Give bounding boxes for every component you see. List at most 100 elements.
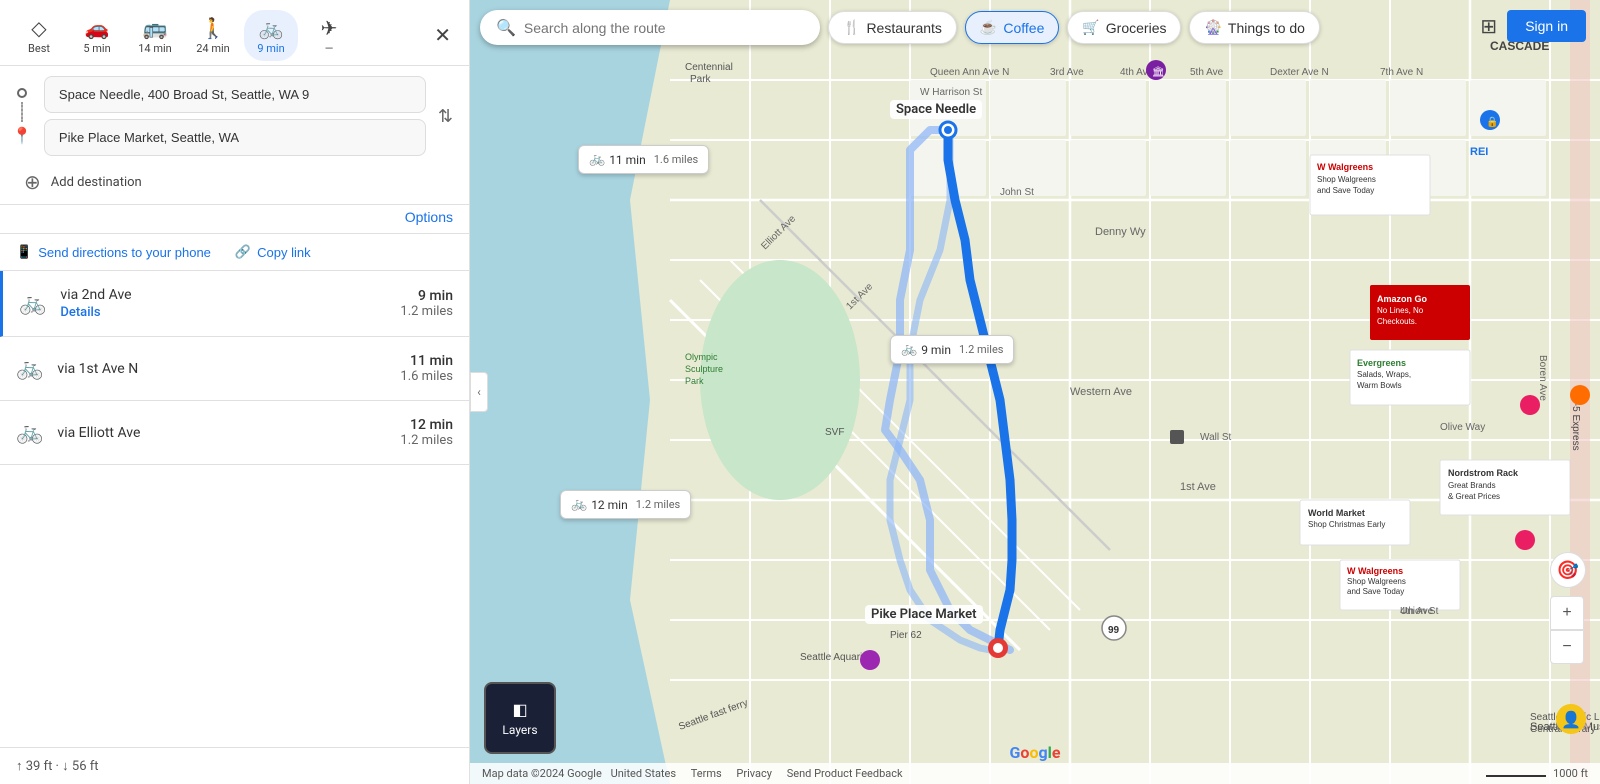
route-item-2[interactable]: 🚲 via 1st Ave N 11 min 1.6 miles	[0, 337, 469, 401]
svg-text:Western Ave: Western Ave	[1070, 386, 1132, 398]
svg-text:Warm Bowls: Warm Bowls	[1357, 381, 1402, 390]
route-label-dist-1: 1.2 miles	[959, 343, 1004, 356]
swap-directions-button[interactable]: ⇅	[434, 102, 457, 131]
route-item-3[interactable]: 🚲 via Elliott Ave 12 min 1.2 miles	[0, 401, 469, 465]
add-destination[interactable]: ⊕ Add destination	[0, 166, 469, 204]
copy-link-icon: 🔗	[235, 244, 251, 260]
svg-text:SVF: SVF	[825, 427, 844, 438]
route-time-col-1: 9 min 1.2 miles	[400, 288, 453, 319]
zoom-in-button[interactable]: +	[1550, 596, 1584, 630]
bike-route-icon-3: 🚲	[16, 420, 43, 445]
send-directions-button[interactable]: 📱 Send directions to your phone	[16, 244, 211, 260]
svg-text:& Great Prices: & Great Prices	[1448, 492, 1500, 501]
origin-dot	[17, 88, 27, 98]
layers-button[interactable]: ◧ Layers	[484, 682, 556, 754]
route-dist-2: 1.6 miles	[400, 369, 453, 384]
transport-best[interactable]: ◇ Best	[12, 10, 66, 61]
feedback-link[interactable]: Send Product Feedback	[787, 767, 903, 780]
transport-bike[interactable]: 🚲 9 min	[244, 10, 298, 61]
svg-text:Amazon Go: Amazon Go	[1377, 294, 1428, 304]
transport-car[interactable]: 🚗 5 min	[70, 10, 124, 61]
svg-text:Sculpture: Sculpture	[685, 364, 723, 374]
zoom-out-button[interactable]: −	[1550, 630, 1584, 664]
svg-text:🏛: 🏛	[1152, 66, 1165, 78]
terms-link[interactable]: Terms	[691, 767, 722, 780]
map-data-label: Map data ©2024 Google	[482, 767, 602, 780]
privacy-link[interactable]: Privacy	[736, 767, 772, 780]
google-logo: Google	[1010, 743, 1061, 762]
svg-text:5th Ave: 5th Ave	[1190, 67, 1224, 78]
route-item-1[interactable]: 🚲 via 2nd Ave Details 9 min 1.2 miles	[0, 271, 469, 337]
layers-label: Layers	[502, 723, 537, 737]
search-along-route-input[interactable]	[524, 20, 804, 36]
transport-walk[interactable]: 🚶 24 min	[186, 10, 240, 61]
svg-text:W Harrison St: W Harrison St	[920, 87, 982, 98]
transport-transit[interactable]: 🚌 14 min	[128, 10, 182, 61]
route-label-time-3: 12 min	[591, 498, 628, 512]
svg-text:Shop Walgreens: Shop Walgreens	[1317, 175, 1376, 184]
destination-input[interactable]	[44, 119, 426, 156]
route-label-dist-2: 1.6 miles	[654, 153, 699, 166]
map-bottom-bar: Map data ©2024 Google United States Term…	[470, 763, 1600, 784]
route-dots-indicator: 📍	[12, 88, 32, 145]
svg-text:Shop Walgreens: Shop Walgreens	[1347, 577, 1406, 586]
route-time-1: 9 min	[400, 288, 453, 304]
groceries-filter-button[interactable]: 🛒 Groceries	[1067, 11, 1181, 44]
transport-flight[interactable]: ✈ —	[302, 10, 356, 61]
add-destination-label: Add destination	[51, 175, 142, 190]
street-view-pegman-button[interactable]: 👤	[1556, 704, 1586, 734]
svg-text:and Save Today: and Save Today	[1317, 186, 1374, 195]
restaurants-label: Restaurants	[866, 20, 941, 36]
my-location-button[interactable]: 🎯	[1550, 552, 1586, 588]
copy-link-button[interactable]: 🔗 Copy link	[235, 244, 311, 260]
route-details-link-1[interactable]: Details	[60, 305, 386, 320]
coffee-filter-button[interactable]: ☕ Coffee	[965, 11, 1059, 44]
route-label-9min[interactable]: 🚲 9 min 1.2 miles	[890, 335, 1014, 364]
add-icon: ⊕	[24, 170, 41, 194]
collapse-panel-button[interactable]: ‹	[470, 372, 488, 412]
transport-car-label: 5 min	[83, 42, 110, 55]
restaurant-icon: 🍴	[843, 19, 860, 36]
coffee-label: Coffee	[1003, 20, 1044, 36]
route-time-3: 12 min	[400, 417, 453, 433]
apps-grid-button[interactable]: ⊞	[1480, 14, 1497, 39]
scale-indicator: 1000 ft	[1486, 767, 1588, 780]
route-via-1: via 2nd Ave	[60, 287, 386, 303]
search-bar[interactable]: 🔍	[480, 10, 820, 45]
svg-text:No Lines, No: No Lines, No	[1377, 306, 1424, 315]
route-label-12min[interactable]: 🚲 12 min 1.2 miles	[560, 490, 691, 519]
route-dist-3: 1.2 miles	[400, 433, 453, 448]
route-via-2: via 1st Ave N	[57, 361, 386, 377]
route-label-11min[interactable]: 🚲 11 min 1.6 miles	[578, 145, 709, 174]
elevation-label: ↑ 39 ft · ↓ 56 ft	[16, 758, 99, 774]
things-to-do-icon: 🎡	[1204, 19, 1221, 36]
origin-input[interactable]	[44, 76, 426, 113]
route-time-col-3: 12 min 1.2 miles	[400, 417, 453, 448]
close-button[interactable]: ✕	[428, 17, 457, 54]
map-background: Queen Ann Ave N 3rd Ave 4th Ave 5th Ave …	[470, 0, 1600, 784]
map-top-right-controls: ⊞ Sign in	[1480, 10, 1586, 42]
svg-text:John St: John St	[1000, 187, 1034, 198]
sign-in-button[interactable]: Sign in	[1507, 10, 1586, 42]
svg-text:Shop Christmas Early: Shop Christmas Early	[1308, 520, 1385, 529]
left-panel: ◇ Best 🚗 5 min 🚌 14 min 🚶 24 min 🚲 9 min…	[0, 0, 470, 784]
transport-flight-label: —	[325, 42, 334, 55]
copy-link-label: Copy link	[257, 245, 310, 260]
options-button[interactable]: Options	[405, 209, 453, 225]
route-label-bike-icon-1: 🚲	[901, 342, 917, 357]
route-info-1: via 2nd Ave Details	[60, 287, 386, 320]
pike-place-map-label: Pike Place Market	[865, 605, 983, 624]
restaurants-filter-button[interactable]: 🍴 Restaurants	[828, 11, 957, 44]
options-row: Options	[0, 204, 469, 233]
svg-text:REI: REI	[1470, 146, 1488, 158]
united-states-link[interactable]: United States	[611, 767, 676, 780]
search-icon: 🔍	[496, 18, 516, 37]
things-to-do-filter-button[interactable]: 🎡 Things to do	[1189, 11, 1320, 44]
svg-text:W Walgreens: W Walgreens	[1347, 566, 1403, 576]
coffee-icon: ☕	[980, 19, 997, 36]
svg-text:Evergreens: Evergreens	[1357, 358, 1406, 368]
svg-text:1st Ave: 1st Ave	[1180, 481, 1216, 493]
route-dot-line	[21, 102, 23, 122]
svg-text:Wall St: Wall St	[1200, 432, 1232, 443]
destination-pin-icon: 📍	[12, 126, 32, 145]
